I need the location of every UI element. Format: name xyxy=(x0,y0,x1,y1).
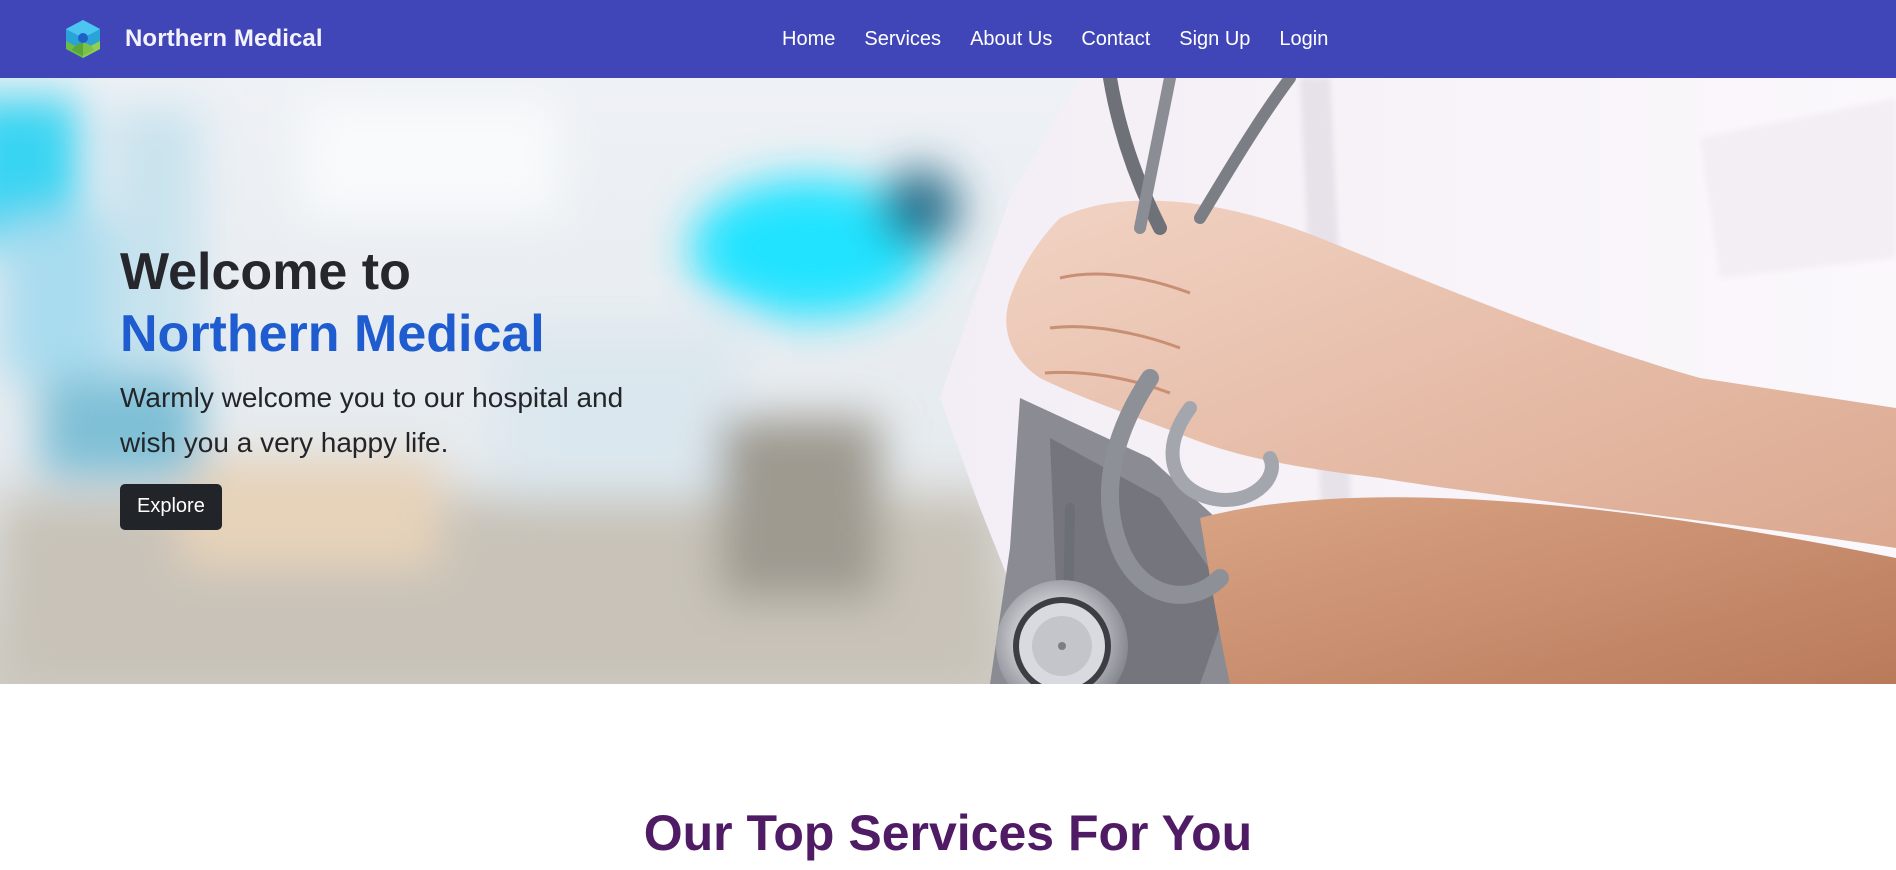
explore-button[interactable]: Explore xyxy=(120,484,222,530)
nav-contact-link[interactable]: Contact xyxy=(1081,28,1150,51)
nav-about-link[interactable]: About Us xyxy=(970,28,1052,51)
hero-subtitle: Warmly welcome you to our hospital and w… xyxy=(120,382,624,458)
hero-text-block: Welcome to Northern Medical Warmly welco… xyxy=(120,241,660,530)
nav-signup-link[interactable]: Sign Up xyxy=(1179,28,1250,51)
nav-home-link[interactable]: Home xyxy=(782,28,835,51)
hero-section: Welcome to Northern Medical Warmly welco… xyxy=(0,78,1896,684)
brand[interactable]: Northern Medical xyxy=(64,0,323,78)
hero-title-line1: Welcome to xyxy=(120,243,411,301)
main-nav: Home Services About Us Contact Sign Up L… xyxy=(782,0,1357,78)
top-navbar: Northern Medical Home Services About Us … xyxy=(0,0,1896,78)
hero-title-line2: Northern Medical xyxy=(120,305,545,363)
services-section-title: Our Top Services For You xyxy=(643,805,1253,861)
brand-name: Northern Medical xyxy=(125,25,323,52)
nav-services-link[interactable]: Services xyxy=(864,28,941,51)
nav-login-link[interactable]: Login xyxy=(1279,28,1328,51)
hexagon-plant-logo-icon xyxy=(66,20,100,58)
